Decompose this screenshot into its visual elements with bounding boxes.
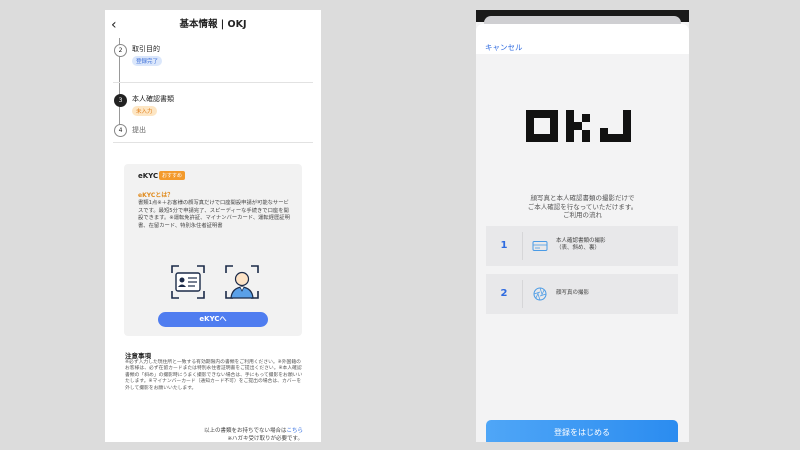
notes-title: 注意事項 — [125, 352, 151, 360]
notes-body: ※必ず入力した現住所と一致する有効期限内の書類をご利用ください。※外国籍のお客様… — [125, 360, 303, 391]
flow-step-number: 2 — [500, 288, 508, 299]
step-label-id-document[interactable]: 本人確認書類 — [132, 94, 174, 104]
flow-step-2: 2 顔写真の撮影 — [486, 274, 678, 314]
step-number-3: 3 — [114, 94, 127, 107]
step-number-4: 4 — [114, 124, 127, 137]
okj-logo — [526, 110, 631, 142]
page-title: 基本情報 | OKJ — [179, 19, 247, 30]
ekyc-sheet: キャンセル 顔写真と本人確認書類の撮影だけで ご本人確認を行なっていただけます。… — [476, 24, 689, 442]
footer-note: ※ハガキ受け取りが必要です。 — [227, 436, 303, 442]
step-label-submit: 提出 — [132, 126, 146, 134]
divider — [113, 82, 313, 83]
sheet-header: キャンセル — [476, 24, 689, 54]
right-screen: キャンセル 顔写真と本人確認書類の撮影だけで ご本人確認を行なっていただけます。… — [476, 10, 689, 442]
ekyc-question: eKYCとは？ — [138, 192, 174, 199]
intro-line-3: ご利用の流れ — [563, 211, 602, 219]
cancel-button[interactable]: キャンセル — [485, 42, 523, 53]
step-number-2: 2 — [114, 44, 127, 57]
ekyc-description: 書類1点※＋お客様の顔写真だけで口座開設申請が可能なサービスです。最短5分で申請… — [138, 200, 290, 229]
divider — [522, 232, 523, 260]
divider — [522, 280, 523, 308]
intro-text: 顔写真と本人確認書類の撮影だけで ご本人確認を行なっていただけます。 ご利用の流… — [476, 194, 689, 220]
flow-step-1: 1 本人確認書類の撮影 （表、斜め、裏） — [486, 226, 678, 266]
flow-step-text: 本人確認書類の撮影 （表、斜め、裏） — [556, 238, 606, 252]
ekyc-button[interactable]: eKYCへ — [158, 312, 268, 327]
flow-step-line-2: （表、斜め、裏） — [556, 245, 601, 251]
ekyc-card: eKYC おすすめ eKYCとは？ 書類1点※＋お客様の顔写真だけで口座開設申請… — [124, 164, 302, 336]
recommend-badge: おすすめ — [159, 171, 186, 180]
status-badge-complete: 登録完了 — [132, 56, 163, 66]
intro-line-2: ご本人確認を行なっていただけます。 — [527, 202, 638, 211]
step-label-purpose[interactable]: 取引目的 — [132, 44, 160, 54]
start-registration-button[interactable]: 登録をはじめる — [486, 420, 678, 442]
flow-step-number: 1 — [500, 240, 508, 251]
header: ‹ 基本情報 | OKJ — [105, 16, 321, 34]
divider — [113, 142, 313, 143]
status-badge-incomplete: 未入力 — [132, 106, 157, 116]
intro-line-1: 顔写真と本人確認書類の撮影だけで — [530, 194, 635, 202]
ekyc-title: eKYC — [138, 172, 159, 180]
footer-text: 以上の書類をお持ちでない場合はこちら — [204, 426, 303, 434]
id-card-icon — [532, 241, 548, 251]
camera-shutter-icon — [533, 287, 547, 301]
face-photo-icon — [225, 265, 259, 299]
id-card-icon — [171, 265, 205, 299]
flow-step-line-1: 顔写真の撮影 — [556, 290, 590, 296]
flow-step-line-1: 本人確認書類の撮影 — [556, 238, 606, 244]
left-screen: ‹ 基本情報 | OKJ 2 取引目的 登録完了 3 本人確認書類 未入力 4 … — [105, 10, 321, 442]
